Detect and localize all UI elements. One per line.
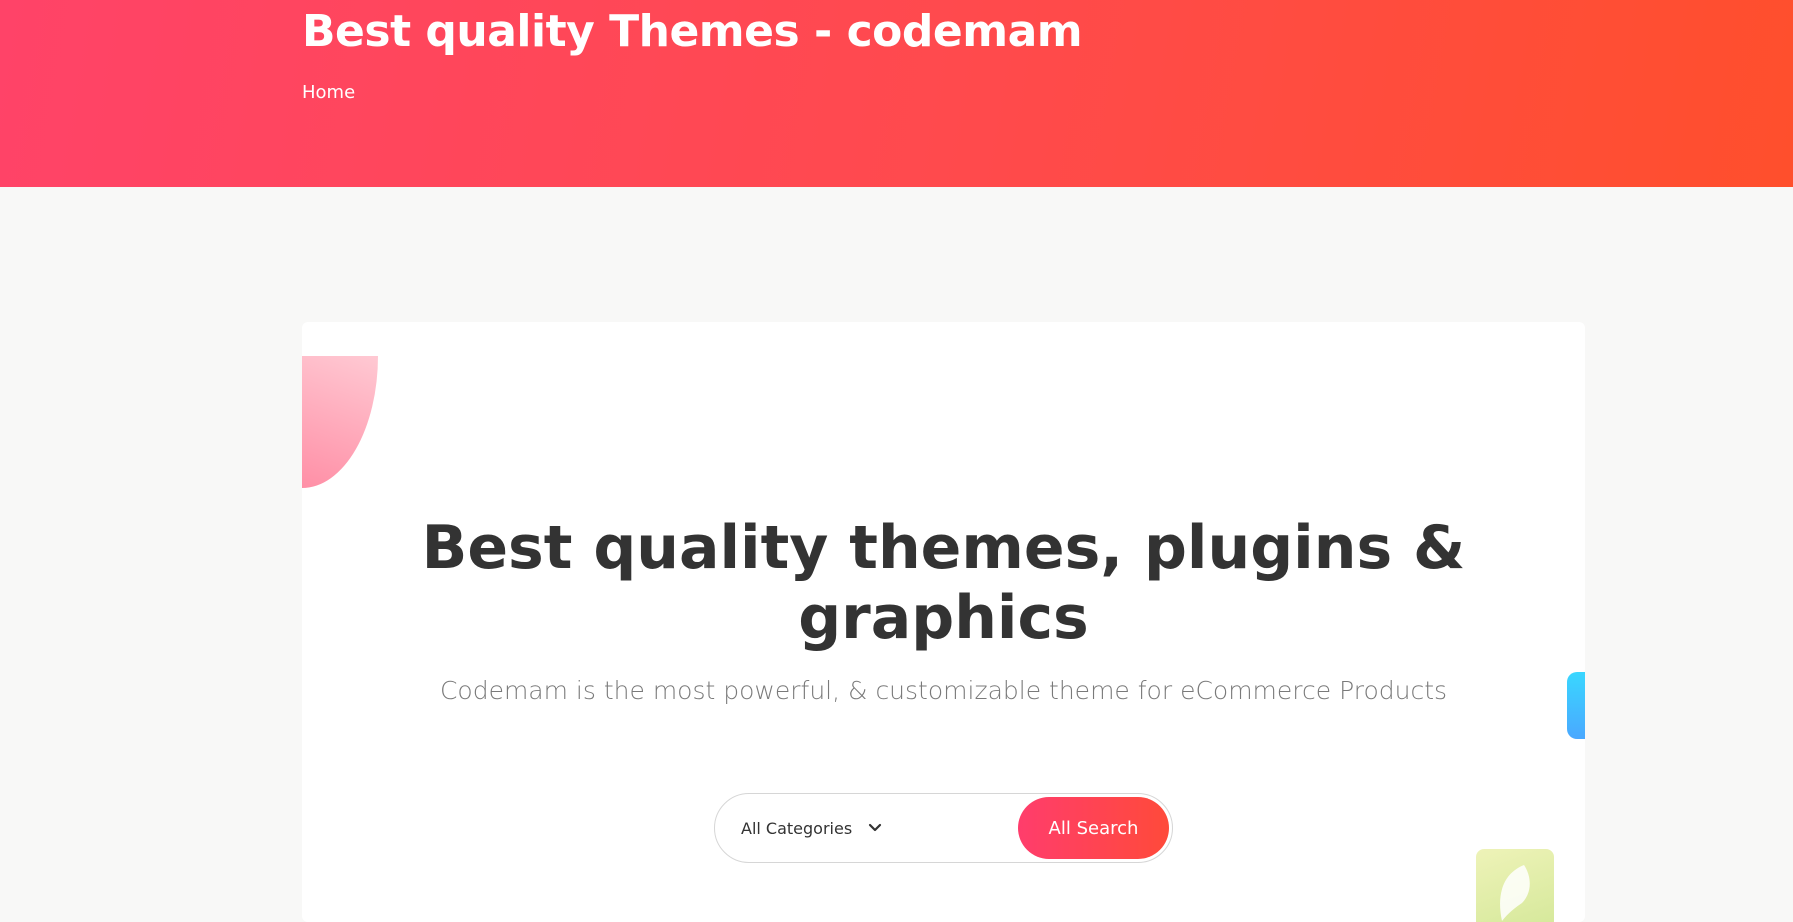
main-subtitle: Codemam is the most powerful, & customiz…	[439, 676, 1448, 705]
category-dropdown-label: All Categories	[741, 818, 853, 838]
decorative-green-tile	[1476, 849, 1554, 922]
category-dropdown[interactable]: All Categories	[741, 794, 882, 862]
hero-search-card: Best quality themes, plugins & graphics …	[302, 322, 1585, 922]
decorative-petal-shape	[302, 356, 378, 488]
page-title: Best quality Themes - codemam	[302, 6, 1083, 57]
main-headline: Best quality themes, plugins & graphics	[421, 513, 1466, 653]
breadcrumb-home-link[interactable]: Home	[302, 82, 355, 103]
chevron-down-icon	[869, 823, 882, 832]
decorative-blue-tab	[1567, 672, 1585, 739]
product-search-bar: All Categories All Search	[714, 793, 1173, 863]
page-header-hero: Best quality Themes - codemam Home	[0, 0, 1793, 187]
all-search-button[interactable]: All Search	[1018, 797, 1169, 859]
leaf-icon	[1500, 865, 1530, 921]
